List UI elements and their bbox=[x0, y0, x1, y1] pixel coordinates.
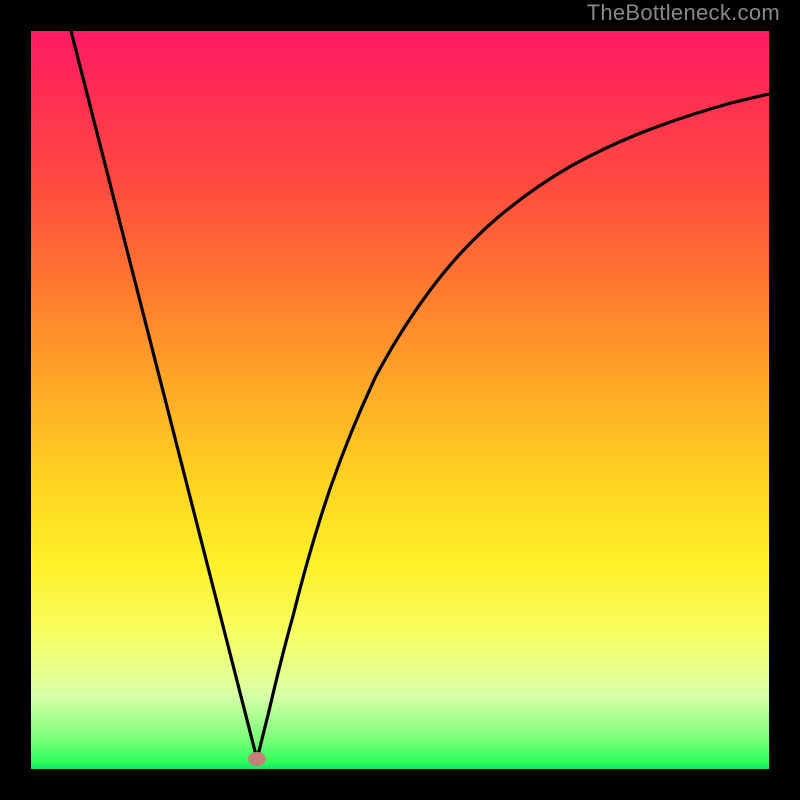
attribution-label: TheBottleneck.com bbox=[587, 0, 780, 26]
minimum-marker bbox=[248, 752, 266, 766]
bottleneck-curve bbox=[31, 31, 769, 769]
chart-frame: TheBottleneck.com bbox=[0, 0, 800, 800]
plot-area bbox=[31, 31, 769, 769]
